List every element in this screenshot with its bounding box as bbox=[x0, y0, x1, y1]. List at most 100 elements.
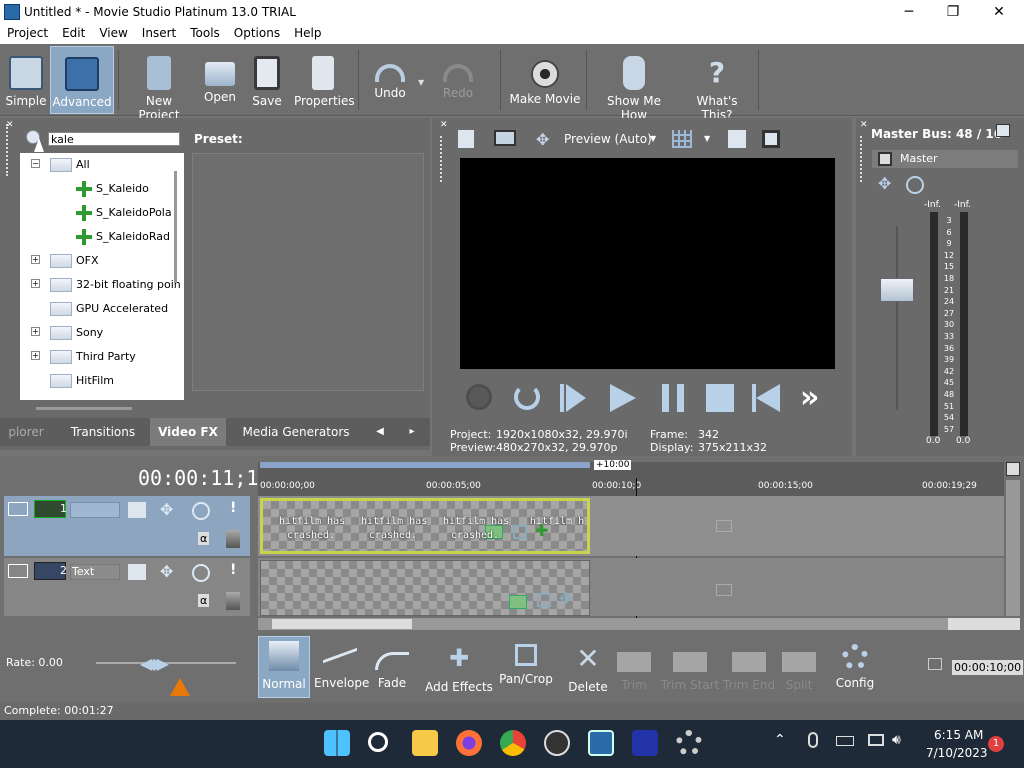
pane-close-icon[interactable]: ✕ bbox=[860, 120, 868, 130]
solo-icon[interactable]: ! bbox=[230, 500, 236, 516]
properties-button[interactable]: Properties bbox=[294, 46, 355, 114]
fx-search-input[interactable] bbox=[48, 132, 180, 146]
clip-pan-crop-icon[interactable] bbox=[537, 593, 551, 607]
clock-time[interactable]: 6:15 AM bbox=[934, 728, 983, 742]
compositing-mode-icon[interactable]: α bbox=[198, 594, 210, 607]
rewind-replay-icon[interactable] bbox=[514, 384, 540, 410]
tree-expand-icon[interactable]: − bbox=[31, 159, 40, 168]
volume-icon[interactable]: 🔊︎ bbox=[892, 732, 901, 748]
tree-expand-icon[interactable]: + bbox=[31, 255, 40, 264]
delete-button[interactable]: ✕ Delete bbox=[566, 640, 610, 700]
firefox-icon[interactable] bbox=[456, 730, 482, 756]
solo-icon[interactable]: ! bbox=[230, 562, 236, 578]
chrome-icon[interactable] bbox=[500, 730, 526, 756]
save-button[interactable]: Save bbox=[248, 46, 286, 114]
tab-next-button[interactable]: ▸ bbox=[400, 418, 424, 446]
tab-media-generators[interactable]: Media Generators bbox=[234, 418, 358, 446]
new-project-button[interactable]: New Project bbox=[124, 46, 194, 122]
move-icon[interactable]: ✥ bbox=[160, 500, 173, 519]
search-icon[interactable] bbox=[368, 732, 388, 752]
app-y-icon[interactable] bbox=[632, 730, 658, 756]
pane-close-icon[interactable]: ✕ bbox=[6, 120, 14, 130]
pan-crop-button[interactable]: Pan/Crop bbox=[498, 640, 554, 700]
advanced-button[interactable]: Advanced bbox=[50, 46, 114, 114]
minimize-button[interactable]: ─ bbox=[886, 0, 932, 24]
menu-view[interactable]: View bbox=[92, 24, 134, 44]
obs-icon[interactable] bbox=[544, 730, 570, 756]
preview-properties-icon[interactable] bbox=[458, 130, 474, 148]
clock-date[interactable]: 7/10/2023 bbox=[926, 746, 988, 760]
more-controls-icon[interactable]: » bbox=[800, 380, 819, 415]
master-volume-fader[interactable] bbox=[880, 278, 914, 302]
tree-expand-icon[interactable]: + bbox=[31, 351, 40, 360]
menu-project[interactable]: Project bbox=[0, 24, 55, 44]
tab-transitions[interactable]: Transitions bbox=[62, 418, 144, 446]
loop-icon[interactable] bbox=[466, 384, 492, 410]
tray-overflow-icon[interactable]: ⌃ bbox=[774, 732, 786, 748]
go-to-start-icon[interactable] bbox=[752, 384, 782, 412]
fade-tool[interactable]: Fade bbox=[370, 640, 414, 700]
tree-vertical-scrollbar[interactable] bbox=[174, 171, 177, 283]
tree-folder-item[interactable]: + OFX bbox=[20, 250, 180, 272]
file-explorer-icon[interactable] bbox=[412, 730, 438, 756]
close-button[interactable]: ✕ bbox=[976, 0, 1022, 24]
mixer-settings-icon[interactable] bbox=[996, 124, 1010, 137]
track-collapse-icon[interactable] bbox=[8, 564, 28, 578]
text-clip[interactable]: ✥ bbox=[260, 560, 590, 616]
timeline-zoom-controls[interactable] bbox=[948, 618, 1020, 630]
movie-studio-icon[interactable] bbox=[588, 730, 614, 756]
track-1-name-field[interactable] bbox=[70, 502, 120, 518]
move-icon[interactable]: ✥ bbox=[536, 130, 549, 149]
config-button[interactable]: Config bbox=[832, 640, 878, 700]
track-motion-icon[interactable] bbox=[128, 564, 146, 580]
play-icon[interactable] bbox=[610, 384, 636, 412]
timeline-horizontal-scrollbar[interactable] bbox=[258, 618, 958, 630]
menu-options[interactable]: Options bbox=[227, 24, 287, 44]
rate-marker-icon[interactable] bbox=[170, 678, 190, 696]
move-icon[interactable]: ✥ bbox=[878, 174, 891, 193]
tab-prev-button[interactable]: ◀ bbox=[368, 418, 392, 446]
normal-edit-tool[interactable]: Normal bbox=[258, 636, 310, 698]
loop-region-bar[interactable] bbox=[260, 462, 590, 468]
show-me-how-button[interactable]: Show Me How bbox=[594, 46, 674, 122]
track-2-name-field[interactable]: Text bbox=[70, 564, 120, 580]
menu-help[interactable]: Help bbox=[287, 24, 328, 44]
preview-quality-dropdown[interactable]: Preview (Auto) bbox=[564, 132, 652, 146]
tree-folder-item[interactable]: HitFilm bbox=[20, 370, 180, 392]
maximize-button[interactable]: ❐ bbox=[930, 0, 976, 24]
microphone-icon[interactable] bbox=[808, 732, 818, 748]
play-from-start-icon[interactable] bbox=[560, 384, 588, 412]
make-movie-button[interactable]: Make Movie bbox=[508, 46, 582, 114]
tree-horizontal-scrollbar[interactable] bbox=[36, 407, 132, 410]
timeline-markers-icon[interactable] bbox=[1006, 462, 1020, 476]
timeline-vertical-scrollbar[interactable] bbox=[1006, 480, 1020, 616]
tree-expand-icon[interactable]: + bbox=[31, 279, 40, 288]
track-motion-icon[interactable] bbox=[128, 502, 146, 518]
pause-icon[interactable] bbox=[662, 384, 684, 412]
tree-plugin-item[interactable]: S_Kaleido bbox=[20, 178, 180, 200]
start-button-icon[interactable] bbox=[324, 730, 350, 756]
quality-chevron-down-icon[interactable]: ▼ bbox=[650, 134, 656, 143]
mute-icon[interactable] bbox=[192, 564, 210, 582]
rate-slider[interactable] bbox=[96, 662, 236, 664]
add-effects-button[interactable]: ✚ Add Effects bbox=[424, 640, 494, 700]
network-icon[interactable] bbox=[868, 734, 884, 746]
simple-button[interactable]: Simple bbox=[4, 46, 48, 114]
tree-folder-item[interactable]: + Third Party bbox=[20, 346, 180, 368]
make-compositing-child-icon[interactable] bbox=[226, 592, 240, 610]
rate-shuttle-icon[interactable]: ◀◆▶ bbox=[140, 654, 169, 673]
tree-plugin-item[interactable]: S_KaleidoRad bbox=[20, 226, 180, 248]
grid-chevron-down-icon[interactable]: ▼ bbox=[704, 134, 710, 143]
notification-badge[interactable]: 1 bbox=[988, 736, 1004, 752]
save-snapshot-icon[interactable] bbox=[762, 130, 780, 148]
move-icon[interactable]: ✥ bbox=[160, 562, 173, 581]
compositing-mode-icon[interactable]: α bbox=[198, 532, 210, 545]
clip-fx-icon[interactable] bbox=[509, 595, 527, 609]
video-clip[interactable]: ✚ hitfilm has crashed. hitfilm has crashe… bbox=[260, 498, 590, 554]
mute-icon[interactable] bbox=[192, 502, 210, 520]
keyboard-icon[interactable] bbox=[836, 736, 854, 746]
tree-plugin-item[interactable]: S_KaleidoPola bbox=[20, 202, 180, 224]
tab-explorer[interactable]: plorer bbox=[0, 418, 52, 446]
tree-folder-item[interactable]: GPU Accelerated bbox=[20, 298, 180, 320]
menu-insert[interactable]: Insert bbox=[135, 24, 183, 44]
